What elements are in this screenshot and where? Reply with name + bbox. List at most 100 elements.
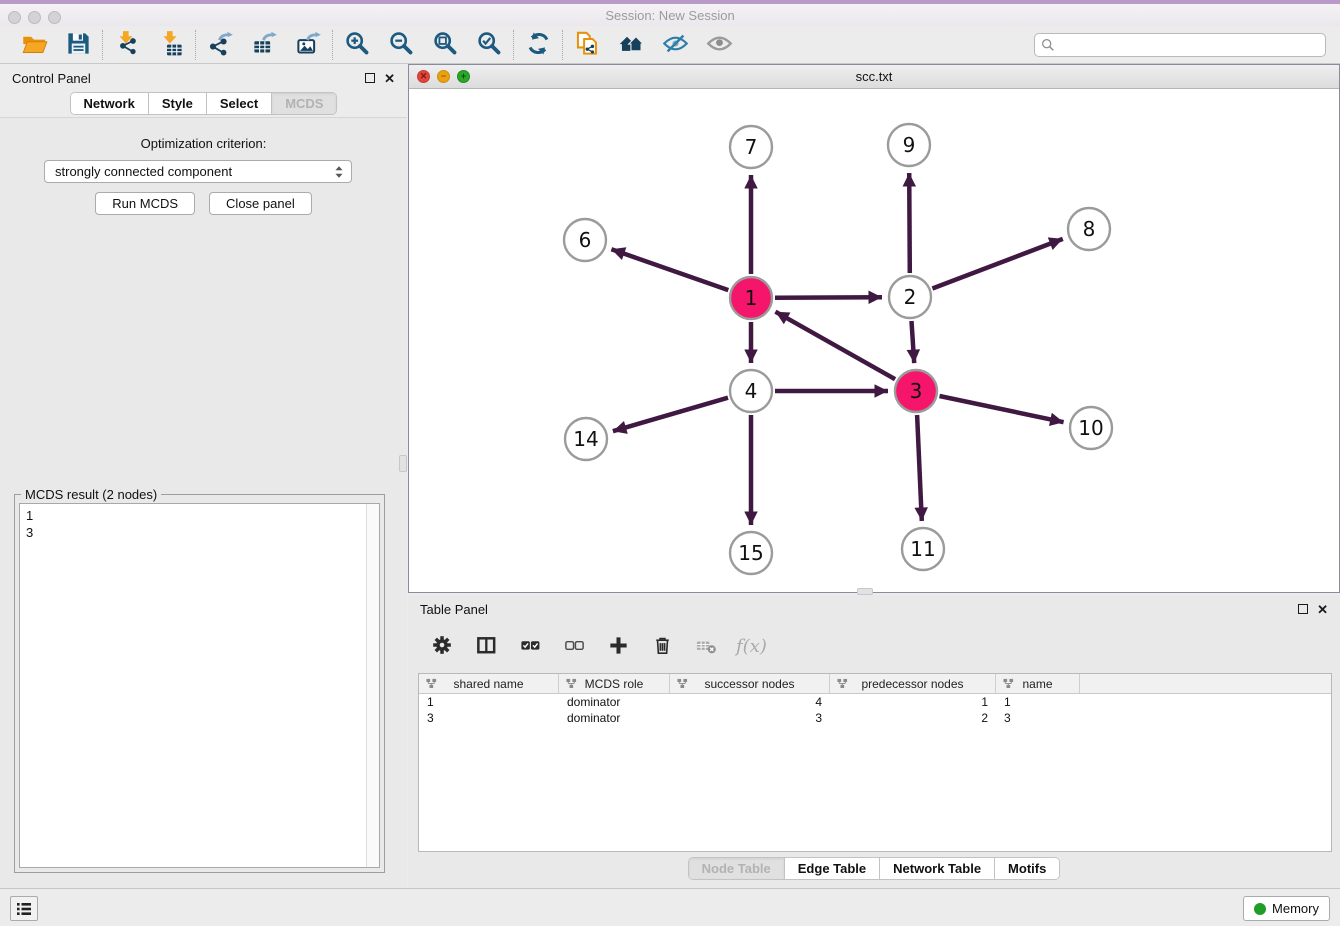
close-table-panel-icon[interactable]: ✕ <box>1317 603 1328 616</box>
zoom-out-icon <box>388 30 415 60</box>
import-network-icon <box>114 30 141 60</box>
mcds-result-text[interactable]: 1 3 <box>19 503 380 868</box>
memory-button[interactable]: Memory <box>1243 896 1330 921</box>
graph-edge-4-14[interactable] <box>613 398 728 432</box>
tab-select[interactable]: Select <box>207 93 272 114</box>
search-box <box>1034 33 1326 57</box>
network-maximize-button[interactable]: + <box>457 70 470 83</box>
tab-motifs[interactable]: Motifs <box>995 858 1059 879</box>
import-table-button[interactable] <box>155 30 187 60</box>
save-button[interactable] <box>62 30 94 60</box>
search-input[interactable] <box>1034 33 1326 57</box>
graph-edge-3-1[interactable] <box>775 312 895 380</box>
table-cell[interactable]: 1 <box>996 694 1080 710</box>
network-close-button[interactable]: ✕ <box>417 70 430 83</box>
home-button[interactable] <box>615 30 647 60</box>
task-history-button[interactable] <box>10 896 38 921</box>
horizontal-splitter-handle[interactable] <box>857 588 873 595</box>
table-row[interactable]: 3dominator323 <box>419 710 1331 726</box>
memory-status-dot <box>1254 903 1266 915</box>
add-column-icon <box>607 634 630 660</box>
export-image-button[interactable] <box>292 30 324 60</box>
zoom-fit-button[interactable] <box>429 30 461 60</box>
zoom-in-button[interactable] <box>341 30 373 60</box>
close-panel-icon[interactable]: ✕ <box>384 72 395 85</box>
tab-style[interactable]: Style <box>149 93 207 114</box>
run-mcds-button[interactable]: Run MCDS <box>95 192 195 215</box>
float-panel-icon[interactable] <box>365 73 375 83</box>
columns-button[interactable] <box>472 633 500 661</box>
zoom-selected-icon <box>476 30 503 60</box>
table-cell[interactable]: 3 <box>670 710 830 726</box>
select-all-button[interactable] <box>516 633 544 661</box>
table-cell[interactable]: 1 <box>830 694 996 710</box>
table-cell[interactable]: 1 <box>419 694 559 710</box>
export-network-button[interactable] <box>204 30 236 60</box>
close-panel-button[interactable]: Close panel <box>209 192 312 215</box>
refresh-button[interactable] <box>522 30 554 60</box>
optimization-criterion-label: Optimization criterion: <box>0 136 407 151</box>
minimize-window-button[interactable] <box>28 11 41 24</box>
search-icon <box>1041 38 1055 52</box>
close-window-button[interactable] <box>8 11 21 24</box>
graph-node-label-15: 15 <box>738 541 763 565</box>
result-scrollbar[interactable] <box>366 504 379 867</box>
export-table-icon <box>251 30 278 60</box>
graph-node-label-4: 4 <box>745 379 758 403</box>
column-header-MCDS-role[interactable]: MCDS role <box>559 674 670 693</box>
deselect-all-button[interactable] <box>560 633 588 661</box>
network-canvas[interactable]: 7968124314101511 <box>409 89 1339 592</box>
import-table-icon <box>158 30 185 60</box>
columns-icon <box>475 634 498 660</box>
maximize-window-button[interactable] <box>48 11 61 24</box>
column-header-successor-nodes[interactable]: successor nodes <box>670 674 830 693</box>
column-header-name[interactable]: name <box>996 674 1080 693</box>
show-graphics-eye-button[interactable] <box>703 30 735 60</box>
graph-edge-2-8[interactable] <box>932 239 1062 289</box>
refresh-icon <box>525 30 552 60</box>
table-cell[interactable]: dominator <box>559 710 670 726</box>
column-header-predecessor-nodes[interactable]: predecessor nodes <box>830 674 996 693</box>
network-minimize-button[interactable]: − <box>437 70 450 83</box>
tab-node-table[interactable]: Node Table <box>689 858 785 879</box>
export-table-button[interactable] <box>248 30 280 60</box>
table-cell[interactable]: 3 <box>996 710 1080 726</box>
import-network-button[interactable] <box>111 30 143 60</box>
graph-edge-2-3[interactable] <box>912 321 915 363</box>
table-row[interactable]: 1dominator411 <box>419 694 1331 710</box>
tab-network-table[interactable]: Network Table <box>880 858 995 879</box>
add-column-button[interactable] <box>604 633 632 661</box>
graph-edge-1-2[interactable] <box>775 297 882 298</box>
table-panel-header: Table Panel ✕ <box>408 595 1340 623</box>
tab-edge-table[interactable]: Edge Table <box>785 858 880 879</box>
column-header-shared-name[interactable]: shared name <box>419 674 559 693</box>
vertical-splitter-handle[interactable] <box>399 455 407 472</box>
chevron-updown-icon <box>332 164 346 180</box>
graph-edge-1-6[interactable] <box>611 249 728 290</box>
table-cell[interactable]: 2 <box>830 710 996 726</box>
zoom-out-button[interactable] <box>385 30 417 60</box>
table-cell[interactable]: 3 <box>419 710 559 726</box>
criterion-dropdown[interactable]: strongly connected component <box>44 160 352 183</box>
table-toolbar: f(x) <box>418 625 1332 668</box>
mcds-panel: Optimization criterion: strongly connect… <box>0 117 407 888</box>
annotation-button[interactable] <box>571 30 603 60</box>
graph-edge-3-10[interactable] <box>940 396 1064 422</box>
tab-network[interactable]: Network <box>71 93 149 114</box>
function-builder-button[interactable]: f(x) <box>736 636 767 657</box>
zoom-selected-button[interactable] <box>473 30 505 60</box>
tab-mcds[interactable]: MCDS <box>272 93 336 114</box>
table-cell[interactable]: dominator <box>559 694 670 710</box>
open-folder-button[interactable] <box>18 30 50 60</box>
graph-edge-3-11[interactable] <box>917 415 922 521</box>
settings-button[interactable] <box>428 633 456 661</box>
table-cell[interactable]: 4 <box>670 694 830 710</box>
delete-column-button[interactable] <box>648 633 676 661</box>
delete-table-button[interactable] <box>692 633 720 661</box>
graph-edge-2-9[interactable] <box>909 173 910 273</box>
network-view-window: ✕ − + scc.txt 7968124314101511 <box>408 64 1340 593</box>
style-eye-button[interactable] <box>659 30 691 60</box>
float-table-panel-icon[interactable] <box>1298 604 1308 614</box>
table-tabs: Node TableEdge TableNetwork TableMotifs <box>408 857 1340 880</box>
main-toolbar <box>0 26 1340 64</box>
